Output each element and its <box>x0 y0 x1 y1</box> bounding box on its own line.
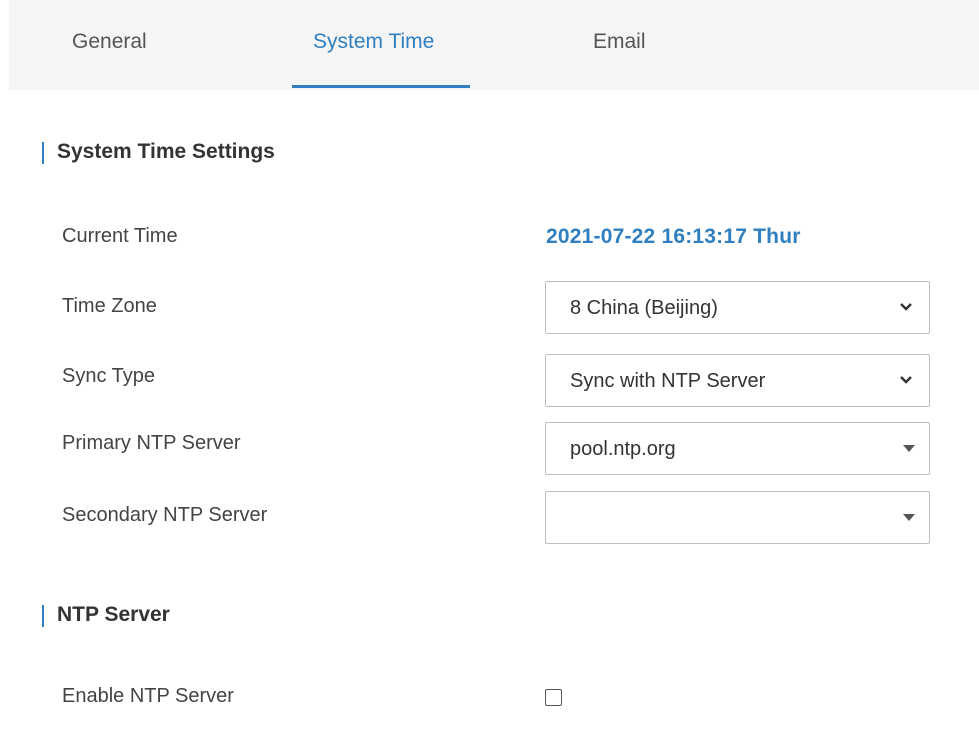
caret-down-icon <box>903 514 915 521</box>
time-zone-label: Time Zone <box>62 295 157 317</box>
tab-general[interactable]: General <box>72 30 147 54</box>
primary-ntp-server-combobox[interactable]: pool.ntp.org <box>545 422 930 475</box>
time-zone-select[interactable]: 8 China (Beijing) <box>545 281 930 334</box>
tab-bar: General System Time Email <box>9 0 979 90</box>
time-zone-selected-value: 8 China (Beijing) <box>570 297 718 319</box>
sync-type-selected-value: Sync with NTP Server <box>570 370 766 392</box>
primary-ntp-server-label: Primary NTP Server <box>62 432 241 454</box>
chevron-down-icon <box>900 303 912 311</box>
section-system-time-settings: System Time Settings <box>42 140 275 164</box>
current-time-label: Current Time <box>62 225 178 247</box>
secondary-ntp-server-label: Secondary NTP Server <box>62 504 268 526</box>
caret-down-icon <box>903 445 915 452</box>
section-accent-bar <box>42 142 44 164</box>
sync-type-label: Sync Type <box>62 365 156 387</box>
section-title: NTP Server <box>57 603 170 626</box>
section-ntp-server: NTP Server <box>42 603 170 627</box>
secondary-ntp-server-combobox[interactable] <box>545 491 930 544</box>
current-time-value: 2021-07-22 16:13:17 Thur <box>546 225 801 248</box>
enable-ntp-server-label: Enable NTP Server <box>62 685 234 707</box>
tab-email[interactable]: Email <box>593 30 646 54</box>
tab-system-time[interactable]: System Time <box>313 30 434 54</box>
primary-ntp-server-value: pool.ntp.org <box>570 438 676 460</box>
chevron-down-icon <box>900 376 912 384</box>
active-tab-indicator <box>292 85 470 88</box>
section-title: System Time Settings <box>57 140 275 163</box>
enable-ntp-server-checkbox[interactable] <box>545 689 562 706</box>
section-accent-bar <box>42 605 44 627</box>
sync-type-select[interactable]: Sync with NTP Server <box>545 354 930 407</box>
